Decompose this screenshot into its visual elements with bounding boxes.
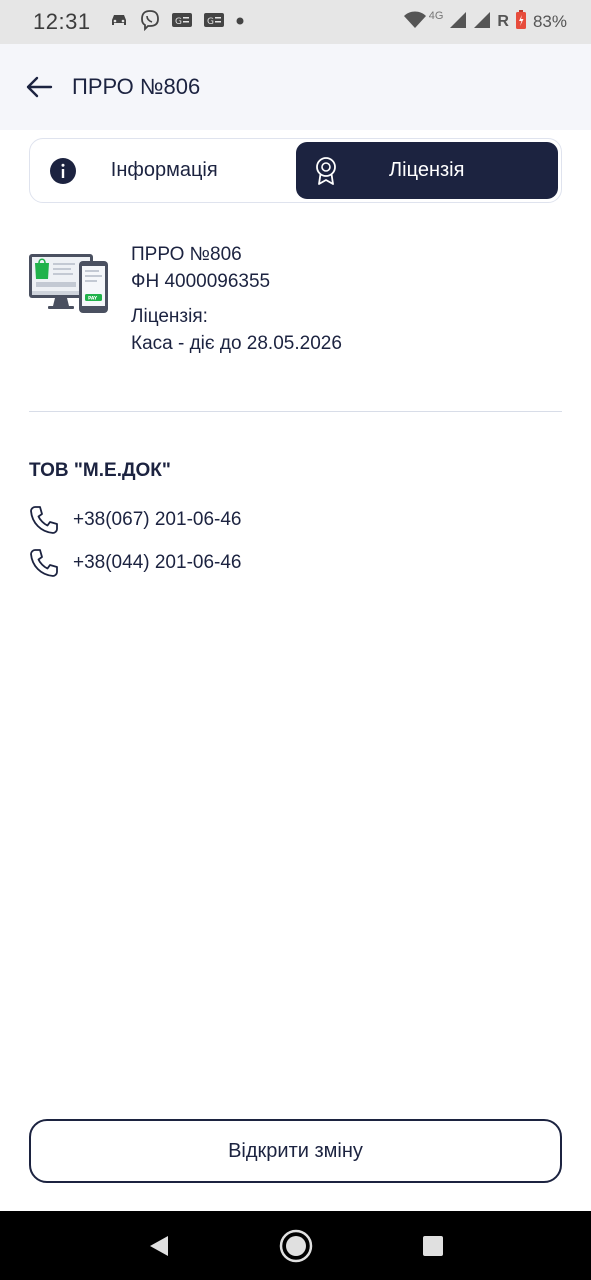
- battery-icon: [515, 9, 527, 35]
- wifi-icon: [403, 11, 427, 34]
- license-label: Ліцензія:: [131, 306, 208, 327]
- dot-icon: [235, 13, 245, 31]
- arrow-left-icon: [26, 76, 53, 98]
- sim-icon: G: [171, 12, 193, 33]
- cash-register-illustration: PAY: [28, 251, 110, 317]
- car-icon: [109, 12, 129, 33]
- phone-icon: [29, 548, 59, 578]
- signal-icon: [473, 11, 491, 34]
- system-navigation-bar: [0, 1211, 591, 1280]
- device-name: ПРРО №806: [131, 244, 242, 265]
- home-nav-button[interactable]: [276, 1226, 316, 1266]
- phone-link[interactable]: +38(044) 201-06-46: [29, 548, 242, 578]
- svg-text:G: G: [175, 17, 182, 27]
- open-shift-button[interactable]: Відкрити зміну: [29, 1119, 562, 1183]
- tab-bar: Інформація Ліцензія: [29, 138, 562, 203]
- phone-link[interactable]: +38(067) 201-06-46: [29, 505, 242, 535]
- phone-number: +38(067) 201-06-46: [73, 509, 242, 530]
- license-value: Каса - діє до 28.05.2026: [131, 333, 342, 354]
- phone-icon: [29, 505, 59, 535]
- tab-information-label: Інформація: [110, 159, 218, 181]
- award-icon: [312, 156, 340, 185]
- device-details: ПРРО №806 ФН 4000096355 Ліцензія: Каса -…: [131, 241, 342, 357]
- recents-nav-button[interactable]: [413, 1226, 453, 1266]
- battery-percent: 83%: [532, 12, 567, 31]
- signal-icon: [449, 11, 467, 34]
- info-icon: [49, 157, 77, 185]
- back-nav-button[interactable]: [139, 1226, 179, 1266]
- svg-text:PAY: PAY: [88, 296, 98, 302]
- viber-icon: [139, 9, 161, 36]
- divider: [29, 411, 562, 412]
- phone-number: +38(044) 201-06-46: [73, 552, 242, 573]
- status-time: 12:31: [33, 9, 91, 34]
- pos-device-icon: PAY: [29, 254, 108, 313]
- square-recents-icon: [422, 1235, 443, 1256]
- status-bar: 12:31 G G 4G R 83%: [0, 0, 591, 44]
- back-button[interactable]: [24, 72, 54, 102]
- system-icons: 4G R 83%: [403, 9, 567, 35]
- fiscal-number: ФН 4000096355: [131, 271, 271, 292]
- triangle-back-icon: [149, 1235, 168, 1256]
- page-title: ПРРО №806: [72, 74, 201, 99]
- tab-license-label: Ліцензія: [389, 159, 465, 181]
- circle-home-icon: [279, 1229, 312, 1262]
- svg-text:G: G: [207, 17, 214, 27]
- roaming-indicator: R: [497, 13, 509, 30]
- app-header: ПРРО №806: [0, 44, 591, 130]
- notification-icons: G G: [109, 9, 245, 36]
- network-type: 4G: [428, 10, 444, 22]
- tab-license[interactable]: Ліцензія: [295, 142, 558, 199]
- sim-icon: G: [203, 12, 225, 33]
- tab-information[interactable]: Інформація: [33, 142, 296, 199]
- company-name: ТОВ "М.Е.ДОК": [29, 460, 171, 481]
